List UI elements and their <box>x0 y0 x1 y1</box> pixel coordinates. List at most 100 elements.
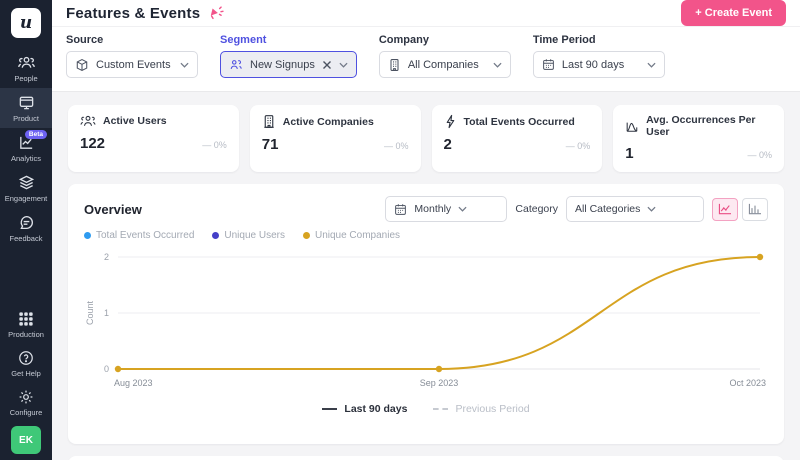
filter-label: Company <box>378 34 429 46</box>
calendar-icon <box>395 203 407 215</box>
filter-value: All Companies <box>407 58 479 71</box>
svg-text:2: 2 <box>104 252 109 262</box>
chart-legend: Total Events Occurred Unique Users Uniqu… <box>84 230 768 241</box>
stat-change: — 0% <box>202 140 227 150</box>
grid-icon <box>19 312 33 326</box>
stat-label: Active Users <box>103 115 167 127</box>
stats-row: Active Users 122 — 0% Active Companies 71… <box>68 105 784 172</box>
stat-value: 122 <box>80 135 106 152</box>
sidebar-item-engagement[interactable]: Engagement <box>0 168 52 208</box>
solid-line-sample <box>322 408 338 410</box>
filter-label: Time Period <box>532 34 596 46</box>
sidebar-item-production[interactable]: Production <box>0 305 52 344</box>
people-icon <box>17 56 35 68</box>
svg-text:0: 0 <box>104 364 109 374</box>
chart-type-toggle <box>712 197 768 221</box>
chevron-down-icon <box>339 62 348 68</box>
building-icon <box>390 58 399 71</box>
sidebar-item-label: Engagement <box>4 194 48 203</box>
close-icon[interactable] <box>322 60 332 70</box>
segment-people-icon <box>230 59 242 69</box>
legend-item-current-period[interactable]: Last 90 days <box>322 403 407 415</box>
sidebar-item-label: People <box>14 74 38 83</box>
userpilot-logo[interactable]: u <box>11 8 41 38</box>
gear-icon <box>19 390 33 404</box>
legend-label: Last 90 days <box>344 403 408 415</box>
create-event-button[interactable]: + Create Event <box>681 0 786 26</box>
sidebar-item-get-help[interactable]: Get Help <box>0 344 52 383</box>
stat-label: Active Companies <box>282 115 374 128</box>
help-icon <box>19 351 33 365</box>
stat-change: — 0% <box>565 141 591 151</box>
filter-value: New Signups <box>250 58 315 71</box>
filter-label: Segment <box>220 34 267 46</box>
source-dropdown[interactable]: Custom Events <box>66 51 198 78</box>
legend-item-unique-companies[interactable]: Unique Companies <box>302 230 401 241</box>
period-legend: Last 90 days Previous Period <box>84 403 768 415</box>
filter-time-period: Time Period Last 90 days <box>532 34 665 78</box>
granularity-value: Monthly <box>414 203 452 215</box>
feedback-icon <box>19 215 33 230</box>
content-area: Active Users 122— 0% Active Companies 71… <box>52 92 800 460</box>
segment-dropdown[interactable]: New Signups <box>220 51 357 78</box>
beta-badge: Beta <box>24 130 47 139</box>
legend-item-previous-period[interactable]: Previous Period <box>433 403 530 415</box>
legend-dot <box>212 232 220 239</box>
bar-chart-toggle-button[interactable] <box>742 197 768 221</box>
stat-value: 2 <box>443 136 452 153</box>
category-label: Category <box>515 203 558 215</box>
sidebar-item-label: Configure <box>9 408 43 417</box>
filter-value: Custom Events <box>96 58 171 71</box>
granularity-dropdown[interactable]: Monthly <box>385 196 508 222</box>
svg-text:Count: Count <box>85 301 95 326</box>
legend-dot <box>302 232 310 239</box>
svg-text:1: 1 <box>104 308 109 318</box>
stat-card-total-events: Total Events Occurred 2 — 0% <box>431 105 603 172</box>
svg-text:Oct 2023: Oct 2023 <box>729 378 766 388</box>
line-chart-icon <box>718 203 731 215</box>
legend-item-total-events[interactable]: Total Events Occurred <box>84 230 194 241</box>
overview-chart-svg[interactable]: 0 1 2 Count Aug 2023 Sep 2023 Oct 2023 <box>84 245 768 395</box>
legend-label: Total Events Occurred <box>96 230 195 241</box>
chevron-down-icon <box>493 62 502 68</box>
stat-label: Total Events Occurred <box>463 115 575 128</box>
filter-source: Source Custom Events <box>66 34 198 78</box>
legend-label: Unique Companies <box>314 230 401 241</box>
time-period-dropdown[interactable]: Last 90 days <box>532 51 665 78</box>
chart-area[interactable]: 0 1 2 Count Aug 2023 Sep 2023 Oct 2023 <box>84 245 768 395</box>
overview-controls: Monthly Category All Categories <box>385 196 768 222</box>
engagement-icon <box>18 175 34 190</box>
stat-card-active-companies: Active Companies 71 — 0% <box>249 105 421 172</box>
stat-change: — 0% <box>747 150 772 160</box>
lightning-icon <box>446 114 454 129</box>
overview-title: Overview <box>84 201 142 217</box>
stat-value: 71 <box>261 136 279 153</box>
overview-card: Overview Monthly Category All Categories <box>68 184 784 444</box>
svg-text:Aug 2023: Aug 2023 <box>114 378 153 388</box>
sidebar-item-feedback[interactable]: Feedback <box>0 208 52 248</box>
chevron-down-icon <box>647 62 656 68</box>
sidebar-item-analytics[interactable]: Beta Analytics <box>0 128 52 168</box>
legend-item-unique-users[interactable]: Unique Users <box>212 230 285 241</box>
sidebar-item-configure[interactable]: Configure <box>0 383 52 422</box>
category-dropdown[interactable]: All Categories <box>566 196 704 222</box>
sidebar-bottom: Production Get Help Configure EK <box>0 305 52 460</box>
sidebar: u People Product Beta Analytics Engageme… <box>0 0 52 460</box>
company-dropdown[interactable]: All Companies <box>378 51 511 78</box>
user-avatar[interactable]: EK <box>11 426 41 454</box>
category-value: All Categories <box>575 203 641 215</box>
line-chart-toggle-button[interactable] <box>712 197 738 221</box>
bell-curve-icon <box>626 122 638 132</box>
filter-segment: Segment New Signups <box>220 34 357 78</box>
sidebar-item-product[interactable]: Product <box>0 88 52 128</box>
chevron-down-icon <box>458 206 467 212</box>
sidebar-item-label: Get Help <box>11 369 41 378</box>
page-title: Features & Events <box>66 4 201 22</box>
sidebar-item-people[interactable]: People <box>0 48 52 88</box>
bar-chart-icon <box>748 203 761 215</box>
filter-value: Last 90 days <box>561 58 625 71</box>
filter-bar: Source Custom Events Segment New Signups… <box>52 27 800 92</box>
overview-header: Overview Monthly Category All Categories <box>84 196 768 222</box>
dashed-line-sample <box>433 408 449 410</box>
filter-label: Source <box>66 34 104 46</box>
